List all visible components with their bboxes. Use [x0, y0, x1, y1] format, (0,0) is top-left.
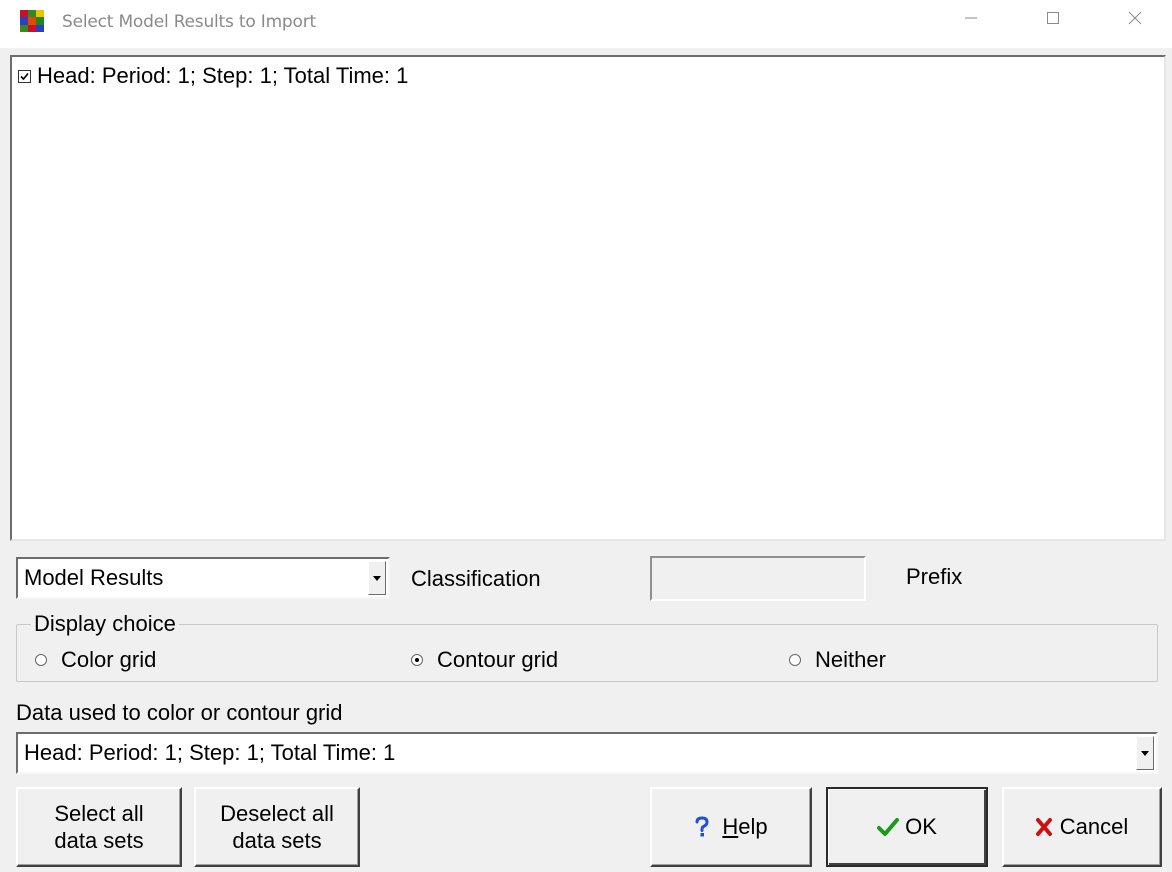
maximize-button[interactable] [1030, 0, 1076, 40]
radio-label: Color grid [61, 647, 157, 672]
cancel-button[interactable]: Cancel [1002, 787, 1162, 867]
radio-label: Contour grid [437, 647, 559, 672]
display-choice-group: Display choice Color grid Contour grid N… [16, 611, 1158, 682]
window-title: Select Model Results to Import [62, 12, 316, 32]
app-grid-icon[interactable] [20, 10, 44, 32]
checkmark-icon [877, 817, 900, 837]
data-used-select[interactable]: Head: Period: 1; Step: 1; Total Time: 1 [16, 732, 1158, 774]
minimize-icon [964, 11, 978, 30]
cancel-label: Cancel [1059, 814, 1129, 840]
display-choice-legend: Display choice [31, 611, 179, 637]
chevron-down-icon [373, 575, 381, 581]
checkbox[interactable] [18, 69, 31, 83]
help-label: elp [738, 814, 768, 840]
data-used-value: Head: Period: 1; Step: 1; Total Time: 1 [24, 740, 396, 765]
ok-label: OK [905, 814, 937, 840]
classification-dropdown-button[interactable] [368, 561, 386, 595]
select-all-button[interactable]: Select all data sets [16, 787, 182, 867]
radio-color-grid[interactable]: Color grid [35, 647, 156, 673]
select-all-line1: Select all [54, 800, 144, 826]
radio-button[interactable] [789, 654, 801, 666]
help-button[interactable]: Help [650, 787, 812, 867]
close-icon [1128, 11, 1142, 30]
ok-button[interactable]: OK [826, 787, 988, 867]
radio-contour-grid[interactable]: Contour grid [411, 647, 558, 673]
select-all-line2: data sets [54, 828, 144, 853]
results-checklist[interactable]: Head: Period: 1; Step: 1; Total Time: 1 [10, 55, 1166, 541]
deselect-all-button[interactable]: Deselect all data sets [194, 787, 360, 867]
data-used-dropdown-button[interactable] [1136, 736, 1154, 770]
maximize-icon [1046, 11, 1060, 30]
close-button[interactable] [1112, 0, 1158, 40]
classification-label: Classification [411, 566, 541, 591]
chevron-down-icon [1141, 750, 1149, 756]
minimize-button[interactable] [948, 0, 994, 40]
deselect-all-line2: data sets [232, 828, 322, 853]
prefix-field[interactable] [650, 556, 866, 601]
prefix-label: Prefix [906, 564, 963, 589]
radio-label: Neither [815, 647, 886, 672]
x-icon [1035, 818, 1052, 836]
classification-select[interactable]: Model Results [16, 557, 390, 599]
radio-button[interactable] [35, 654, 47, 666]
radio-neither[interactable]: Neither [789, 647, 886, 673]
list-item[interactable]: Head: Period: 1; Step: 1; Total Time: 1 [18, 63, 408, 89]
question-icon [694, 816, 710, 838]
radio-button[interactable] [411, 654, 423, 666]
list-item-label: Head: Period: 1; Step: 1; Total Time: 1 [37, 63, 409, 88]
deselect-all-line1: Deselect all [220, 800, 334, 826]
data-used-label: Data used to color or contour grid [16, 700, 343, 725]
title-bar: Select Model Results to Import [0, 0, 1172, 48]
classification-value: Model Results [24, 565, 164, 590]
help-mnemonic: H [722, 814, 739, 840]
